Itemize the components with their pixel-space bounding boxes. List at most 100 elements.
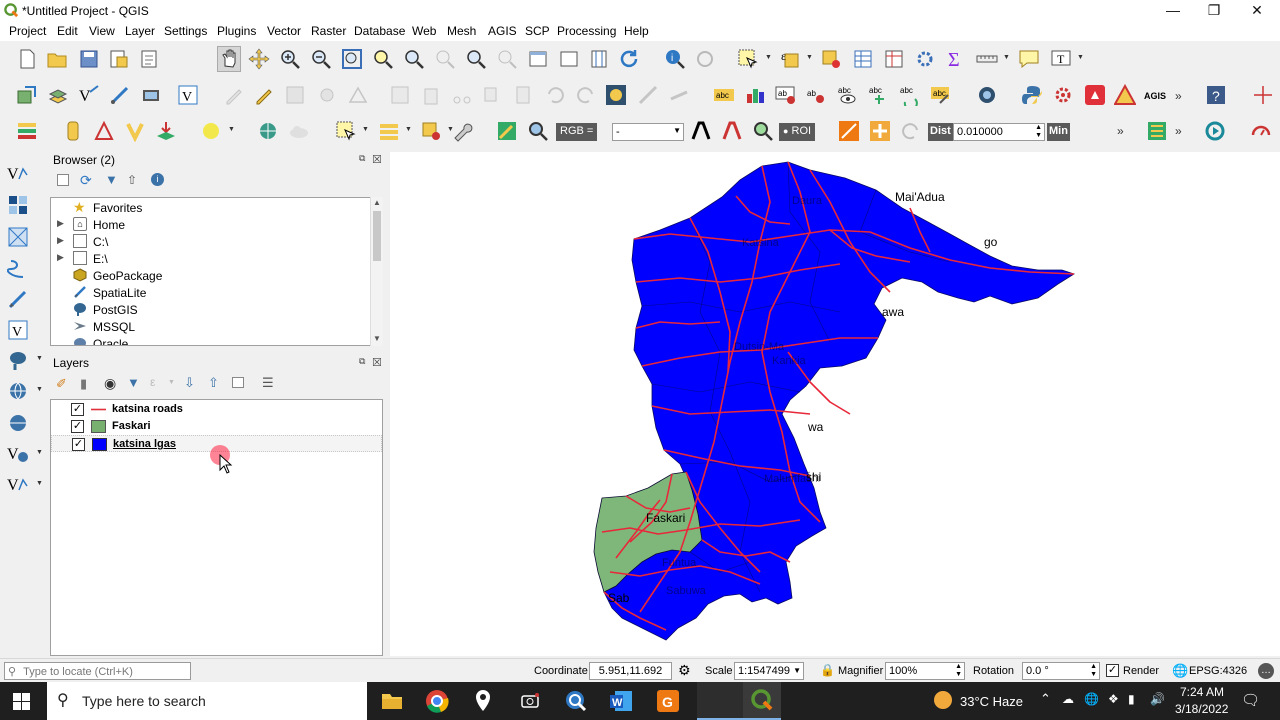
vertex-tool-icon[interactable] (347, 84, 369, 106)
chrome-icon[interactable] (422, 686, 452, 716)
layers-close-icon[interactable]: ☒ (372, 356, 382, 369)
identify-features-icon[interactable]: i (664, 48, 686, 70)
scp-select-dropdown-icon[interactable]: ▼ (362, 126, 369, 133)
label-icon[interactable]: abc (713, 84, 735, 106)
magnifier-spinbox[interactable]: 100% ▲ ▼ (885, 662, 965, 680)
scp-plugin-icon[interactable] (605, 84, 627, 106)
highlight-pinned-labels-icon[interactable]: ab (775, 84, 797, 106)
zoom-to-layer-icon[interactable] (403, 48, 425, 70)
help-contents-icon[interactable]: ? (1205, 84, 1227, 106)
menu-database[interactable]: Database (354, 24, 405, 38)
cut-features-icon[interactable] (451, 84, 473, 106)
rotation-spinbox[interactable]: 0.0 ° ▲ ▼ (1022, 662, 1100, 680)
scp-circle-icon[interactable] (200, 120, 222, 142)
network-icon[interactable]: 🌐 (1084, 692, 1099, 706)
menu-mesh[interactable]: Mesh (447, 24, 476, 38)
scp-preprocessing-icon[interactable] (124, 120, 146, 142)
browser-float-icon[interactable]: ⧉ (359, 153, 365, 164)
rgb-label[interactable]: RGB = (556, 123, 598, 141)
maps-app-icon[interactable] (468, 686, 498, 716)
taskbar-qgis-active[interactable] (743, 682, 781, 720)
save-project-icon[interactable] (78, 48, 100, 70)
scp-circle-dropdown-icon[interactable]: ▼ (228, 126, 235, 133)
scp-pen-icon[interactable] (637, 84, 659, 106)
gif-tool-icon[interactable]: G (653, 686, 683, 716)
new-project-icon[interactable] (16, 48, 38, 70)
zoom-to-selection-icon[interactable] (372, 48, 394, 70)
menu-vector[interactable]: Vector (267, 24, 301, 38)
add-vector-layer-icon[interactable] (47, 84, 69, 106)
browser-item-geopackage[interactable]: GeoPackage (51, 267, 371, 284)
weather-text[interactable]: 33°C Haze (960, 694, 1023, 709)
menu-scp[interactable]: SCP (525, 24, 550, 38)
scp-line-icon[interactable] (668, 84, 690, 106)
scp-roi-icon[interactable] (838, 120, 860, 142)
expand-arrow-icon[interactable]: ▶ (57, 252, 64, 263)
clock-time[interactable]: 7:24 AM (1180, 685, 1224, 699)
browser-item-drive-e[interactable]: ▶ E:\ (51, 250, 371, 267)
notifications-icon[interactable]: 🗨 (1241, 691, 1260, 709)
temporal-controller-icon[interactable] (588, 48, 610, 70)
minimize-button[interactable]: — (1152, 0, 1194, 22)
wrench-icon[interactable] (451, 120, 473, 142)
scp-calculator-icon[interactable] (1146, 120, 1168, 142)
scp-edit-raster-icon[interactable] (496, 120, 518, 142)
digitize-icon[interactable] (109, 84, 131, 106)
add-feature-icon[interactable] (316, 84, 338, 106)
agis-icon[interactable]: AGIS (1144, 84, 1166, 106)
measure-icon[interactable] (976, 48, 998, 70)
menu-plugins[interactable]: Plugins (217, 24, 256, 38)
browser-properties-icon[interactable]: i (151, 173, 164, 186)
file-explorer-icon[interactable] (377, 686, 407, 716)
annotation-dropdown-icon[interactable]: ▼ (1077, 54, 1084, 61)
expand-all-icon[interactable]: ⇩ (184, 375, 195, 391)
browser-refresh-icon[interactable]: ⟳ (80, 172, 92, 189)
field-calculator-icon[interactable] (883, 48, 905, 70)
add-vector-layer-side-icon[interactable]: V (7, 163, 29, 185)
scp-redo-roi-icon[interactable] (900, 120, 922, 142)
new-3d-map-view-icon[interactable] (558, 48, 580, 70)
add-mesh-layer-icon[interactable] (7, 226, 29, 248)
new-print-layout-icon[interactable] (108, 48, 130, 70)
measure-dropdown-icon[interactable]: ▼ (1003, 54, 1010, 61)
battery-icon[interactable]: ▮ (1128, 692, 1135, 706)
open-attribute-table-icon[interactable] (852, 48, 874, 70)
text-annotation-icon[interactable]: T (1050, 48, 1072, 70)
menu-layer[interactable]: Layer (125, 24, 155, 38)
data-source-manager-icon[interactable] (16, 84, 38, 106)
wcs-dropdown-icon[interactable]: ▼ (36, 449, 43, 456)
georeferencer-icon[interactable] (976, 84, 998, 106)
move-label-icon[interactable]: abc (868, 84, 890, 106)
style-panel-icon[interactable]: ✐ (56, 376, 67, 392)
bluetooth-icon[interactable]: ❖ (1108, 692, 1119, 706)
scp-globe-icon[interactable] (257, 120, 279, 142)
extents-toggle-icon[interactable]: ⚙ (678, 662, 691, 679)
volume-icon[interactable]: 🔊 (1150, 692, 1165, 706)
menu-settings[interactable]: Settings (164, 24, 207, 38)
add-delimited-text-icon[interactable] (7, 257, 29, 279)
onedrive-icon[interactable]: ☁ (1062, 692, 1074, 706)
menu-view[interactable]: View (89, 24, 115, 38)
pin-labels-icon[interactable]: ab (806, 84, 828, 106)
zoom-next-icon[interactable] (496, 48, 518, 70)
toolbox-icon[interactable] (914, 48, 936, 70)
open-project-icon[interactable] (46, 48, 68, 70)
crosshair-icon[interactable] (1252, 84, 1274, 106)
word-icon[interactable]: W (606, 686, 636, 716)
add-wcs-layer-icon[interactable]: V (7, 443, 29, 465)
clock-date[interactable]: 3/18/2022 (1175, 702, 1228, 716)
select-features-icon[interactable] (737, 48, 759, 70)
layer-visibility-checkbox[interactable]: ✓ (72, 438, 85, 451)
scp-zoom-icon[interactable] (527, 120, 549, 142)
taskbar-app-slot[interactable] (697, 682, 743, 720)
add-wms-layer-icon[interactable] (7, 380, 29, 402)
menu-agis[interactable]: AGIS (488, 24, 517, 38)
refresh-icon[interactable] (618, 48, 640, 70)
roi-label[interactable]: ● ROI (779, 123, 816, 141)
remove-layer-icon[interactable] (232, 377, 244, 388)
close-button[interactable]: ✕ (1236, 0, 1278, 22)
scp-select-icon[interactable] (335, 120, 357, 142)
lock-scale-icon[interactable]: 🔒 (820, 663, 835, 677)
crs-button[interactable]: EPSG:4326 (1189, 665, 1247, 677)
python-console-icon[interactable] (1021, 84, 1043, 106)
